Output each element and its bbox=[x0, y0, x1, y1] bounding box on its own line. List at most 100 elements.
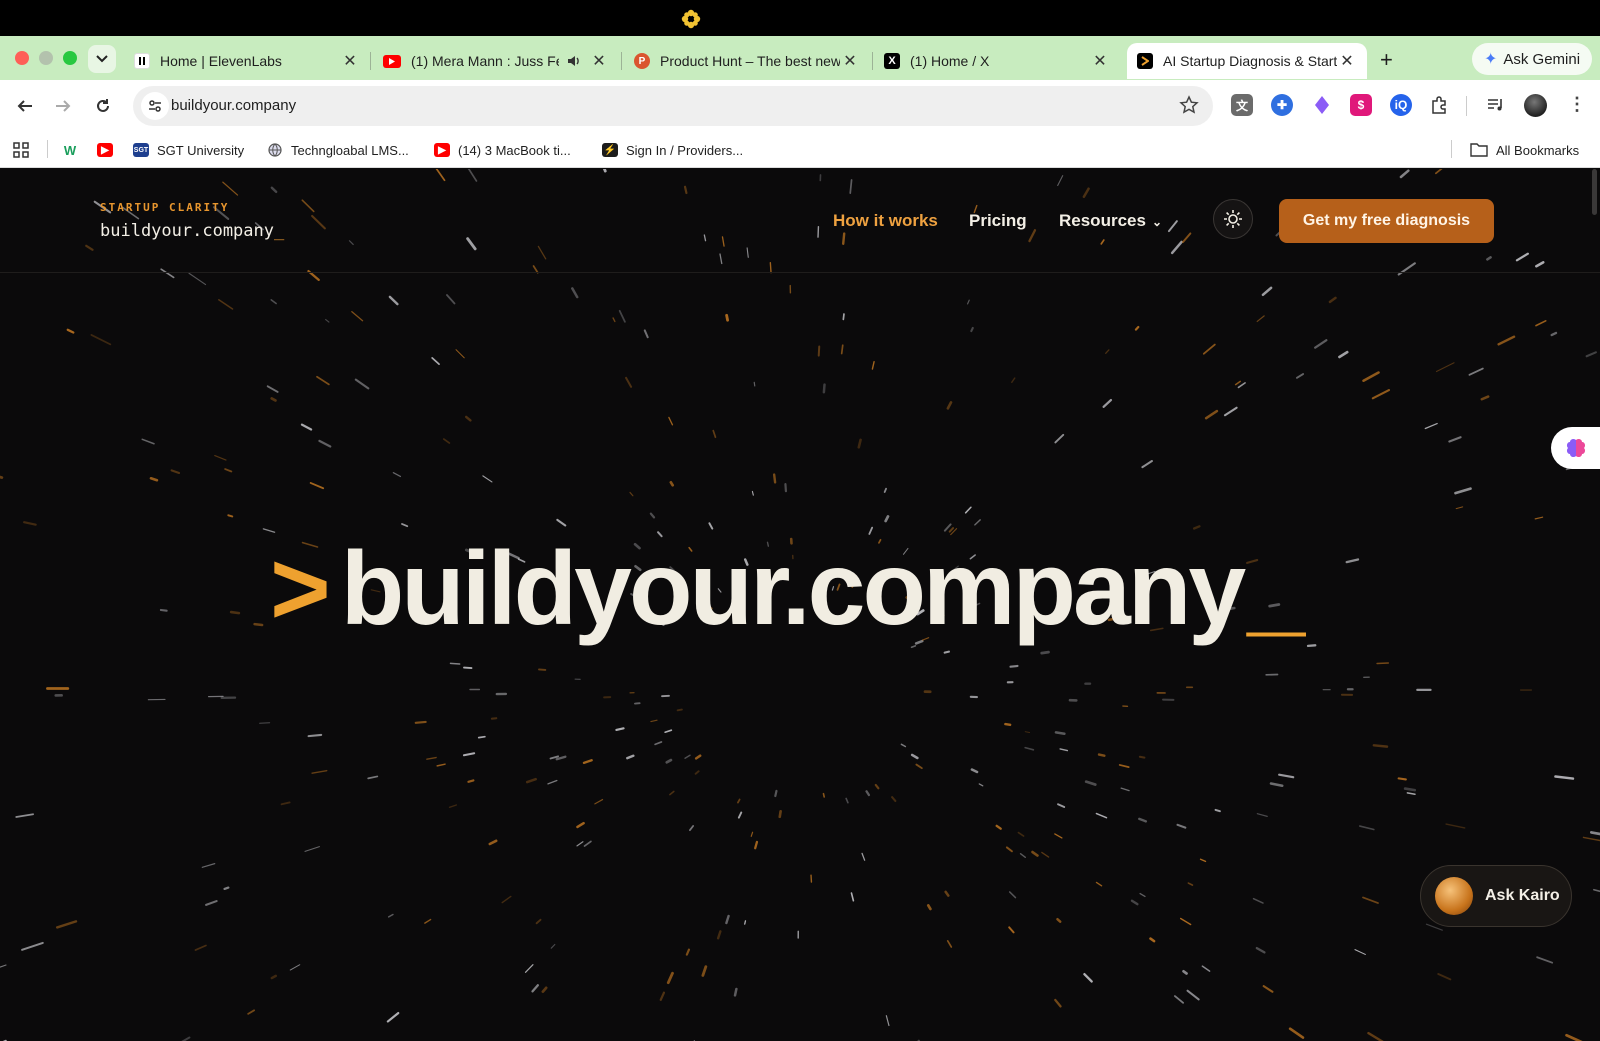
star-streak bbox=[223, 886, 230, 891]
star-streak bbox=[354, 378, 370, 390]
star-streak bbox=[477, 735, 486, 739]
tab-elevenlabs[interactable]: Home | ElevenLabs ✕ bbox=[134, 43, 360, 79]
bookmark-macbook-video[interactable]: ▶ (14) 3 MacBook ti... bbox=[434, 141, 571, 159]
extension-plus-icon[interactable]: ✚ bbox=[1271, 94, 1293, 116]
new-tab-button[interactable]: + bbox=[1380, 47, 1393, 73]
star-streak bbox=[21, 941, 44, 951]
star-streak bbox=[1059, 748, 1069, 752]
window-maximize-button[interactable] bbox=[63, 51, 77, 65]
star-streak bbox=[224, 468, 233, 473]
star-streak bbox=[626, 754, 635, 760]
star-streak bbox=[448, 804, 458, 809]
star-streak bbox=[1199, 858, 1207, 863]
bookmark-w[interactable]: W bbox=[62, 141, 86, 159]
tab-product-hunt[interactable]: P Product Hunt – The best new ✕ bbox=[634, 43, 860, 79]
nav-resources[interactable]: Resources ⌄ bbox=[1059, 211, 1162, 231]
forward-button[interactable] bbox=[49, 92, 77, 120]
all-bookmarks-button[interactable]: All Bookmarks bbox=[1470, 141, 1579, 159]
star-streak bbox=[943, 650, 950, 654]
media-controls-icon[interactable] bbox=[1485, 94, 1507, 116]
close-icon[interactable]: ✕ bbox=[1337, 51, 1357, 71]
x-icon: X bbox=[884, 53, 900, 69]
star-streak bbox=[842, 313, 845, 321]
extension-translate-icon[interactable]: 文 bbox=[1231, 94, 1253, 116]
address-bar[interactable]: buildyour.company bbox=[133, 86, 1213, 126]
close-icon[interactable]: ✕ bbox=[840, 51, 860, 71]
elevenlabs-icon bbox=[134, 53, 150, 69]
star-streak bbox=[426, 756, 437, 760]
tab-buildyour-company[interactable]: AI Startup Diagnosis & Start ✕ bbox=[1127, 43, 1367, 79]
kairo-orb-icon bbox=[1435, 877, 1473, 915]
close-icon[interactable]: ✕ bbox=[1090, 51, 1110, 71]
apps-button[interactable] bbox=[13, 141, 29, 159]
page-scrollbar[interactable] bbox=[1592, 169, 1597, 215]
star-streak bbox=[1138, 755, 1146, 759]
folder-icon bbox=[1470, 143, 1488, 157]
tab-youtube-mera-mann[interactable]: (1) Mera Mann : Juss Feat ✕ bbox=[383, 43, 609, 79]
ask-gemini-button[interactable]: ✦ Ask Gemini bbox=[1472, 43, 1592, 75]
star-streak bbox=[1397, 777, 1407, 781]
get-free-diagnosis-button[interactable]: Get my free diagnosis bbox=[1279, 199, 1494, 243]
star-streak bbox=[900, 743, 907, 748]
star-streak bbox=[15, 813, 34, 818]
close-icon[interactable]: ✕ bbox=[589, 51, 609, 71]
star-streak bbox=[1009, 664, 1019, 668]
star-streak bbox=[1554, 775, 1575, 780]
star-streak bbox=[547, 779, 558, 785]
star-streak bbox=[1372, 744, 1389, 748]
star-streak bbox=[676, 708, 683, 712]
reload-button[interactable] bbox=[89, 92, 117, 120]
extensions-puzzle-icon[interactable] bbox=[1428, 94, 1450, 116]
star-streak bbox=[1234, 380, 1242, 386]
star-streak bbox=[1278, 773, 1295, 779]
star-streak bbox=[850, 892, 855, 902]
star-streak bbox=[442, 438, 451, 444]
url-text[interactable]: buildyour.company bbox=[171, 97, 296, 114]
bookmark-sgt-university[interactable]: SGT SGT University bbox=[133, 141, 244, 159]
star-streak bbox=[1004, 722, 1012, 727]
globe-icon bbox=[267, 143, 283, 157]
tab-title: Home | ElevenLabs bbox=[160, 53, 282, 69]
extension-iq-icon[interactable]: iQ bbox=[1390, 94, 1412, 116]
bookmark-label: SGT University bbox=[157, 142, 245, 158]
window-minimize-button[interactable] bbox=[39, 51, 53, 65]
bookmark-star-icon[interactable] bbox=[1179, 95, 1199, 115]
extension-dollar-icon[interactable]: $ bbox=[1350, 94, 1372, 116]
bookmark-sign-in-providers[interactable]: ⚡ Sign In / Providers... bbox=[602, 141, 743, 159]
star-streak bbox=[737, 811, 743, 819]
tab-x-home[interactable]: X (1) Home / X ✕ bbox=[884, 43, 1110, 79]
bookmark-youtube[interactable]: ▶ bbox=[97, 141, 121, 159]
profile-avatar[interactable] bbox=[1524, 94, 1547, 117]
brand-logo[interactable]: buildyour.company_ bbox=[100, 221, 284, 241]
star-streak bbox=[883, 487, 887, 493]
star-streak bbox=[1261, 286, 1273, 297]
star-streak bbox=[1118, 764, 1130, 768]
star-streak bbox=[387, 913, 394, 918]
star-streak bbox=[974, 519, 981, 526]
bookmark-techngloabal-lms[interactable]: Techngloabal LMS... bbox=[267, 141, 409, 159]
star-streak bbox=[1120, 787, 1130, 792]
star-streak bbox=[535, 918, 542, 925]
side-widget-button[interactable] bbox=[1551, 427, 1600, 469]
speaker-icon[interactable] bbox=[567, 54, 581, 68]
star-streak bbox=[1011, 377, 1016, 384]
star-streak bbox=[694, 770, 700, 775]
star-streak bbox=[482, 475, 493, 483]
star-streak bbox=[266, 385, 279, 393]
star-streak bbox=[1535, 319, 1547, 327]
window-close-button[interactable] bbox=[15, 51, 29, 65]
tab-search-button[interactable] bbox=[88, 45, 116, 73]
star-streak bbox=[669, 480, 675, 487]
nav-how-it-works[interactable]: How it works bbox=[833, 211, 938, 231]
site-info-button[interactable] bbox=[141, 92, 169, 120]
theme-toggle-button[interactable] bbox=[1213, 199, 1253, 239]
back-button[interactable] bbox=[11, 92, 39, 120]
star-streak bbox=[229, 610, 241, 615]
nav-pricing[interactable]: Pricing bbox=[969, 211, 1027, 231]
star-streak bbox=[1031, 850, 1039, 857]
close-icon[interactable]: ✕ bbox=[340, 51, 360, 71]
ask-kairo-button[interactable]: Ask Kairo bbox=[1420, 865, 1572, 927]
star-streak bbox=[556, 518, 567, 527]
browser-menu-icon[interactable]: ⋮ bbox=[1568, 94, 1586, 115]
extension-crystal-icon[interactable] bbox=[1311, 94, 1333, 116]
